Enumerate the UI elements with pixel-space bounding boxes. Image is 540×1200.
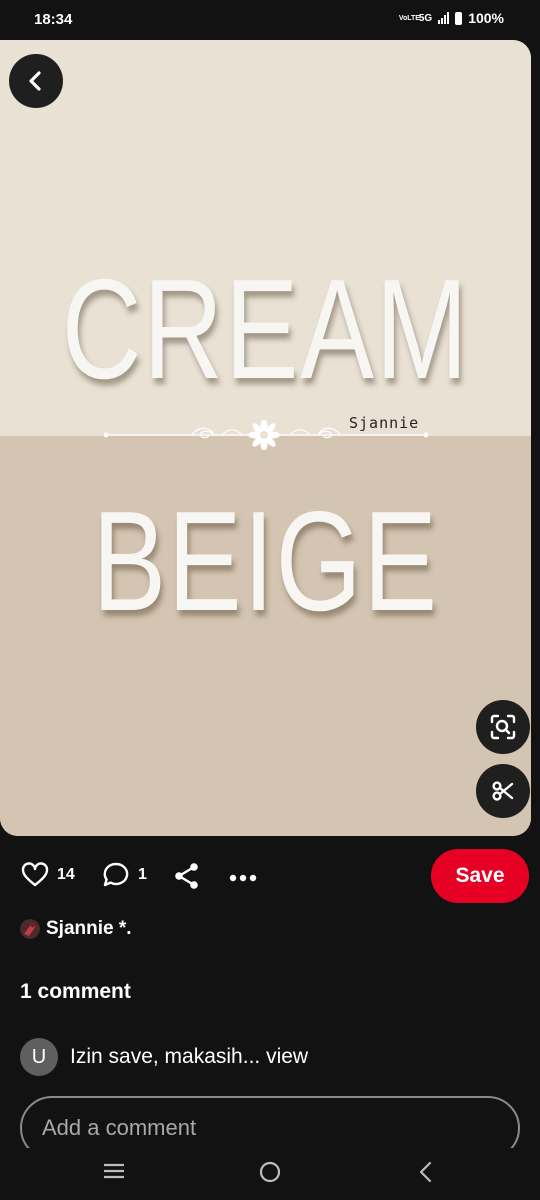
recents-icon [104, 1163, 124, 1179]
system-back-button[interactable] [416, 1160, 436, 1189]
chevron-left-icon [29, 71, 41, 91]
comment-bubble-icon [103, 862, 129, 887]
cutout-button[interactable] [476, 764, 530, 818]
signal-icon [438, 12, 450, 24]
like-count: 14 [57, 866, 75, 883]
comment-count: 1 [138, 866, 147, 883]
home-circle-icon [259, 1161, 281, 1183]
status-time: 18:34 [34, 11, 73, 28]
heart-icon [21, 862, 49, 887]
pin-action-row: 14 1 Save [0, 848, 540, 904]
comments-heading: 1 comment [20, 980, 131, 1003]
visual-search-icon [490, 714, 516, 740]
battery-icon [455, 11, 463, 25]
pin-title-cream: CREAM [61, 250, 470, 409]
save-button[interactable]: Save [431, 849, 529, 903]
system-nav-bar [0, 1148, 540, 1200]
author-name: Sjannie *. [46, 918, 132, 939]
comment-count-button[interactable]: 1 [102, 862, 147, 888]
status-bar: 18:34 VoLTE 5G 100% [0, 0, 540, 40]
status-icons: VoLTE 5G 100% [399, 10, 504, 26]
recents-button[interactable] [102, 1160, 126, 1187]
share-button[interactable] [174, 862, 200, 895]
volte-indicator: VoLTE [398, 14, 420, 22]
visual-search-button[interactable] [476, 700, 530, 754]
pin-signature: Sjannie [349, 414, 420, 432]
scissors-icon [492, 781, 514, 801]
network-type: 5G [418, 12, 433, 24]
commenter-avatar[interactable]: U [20, 1038, 58, 1076]
author-link[interactable]: Sjannie *. [20, 918, 132, 940]
back-button[interactable] [9, 54, 63, 108]
more-dots-icon [229, 874, 257, 882]
comment-text[interactable]: Izin save, makasih... view [70, 1045, 308, 1069]
share-icon [175, 863, 198, 889]
more-options-button[interactable] [229, 870, 257, 888]
battery-level: 100% [468, 10, 504, 26]
back-arrow-icon [419, 1161, 432, 1183]
home-button[interactable] [258, 1160, 282, 1189]
comment-item[interactable]: U Izin save, makasih... view [20, 1038, 308, 1076]
avatar [20, 919, 40, 939]
like-button[interactable]: 14 [21, 862, 75, 888]
pin-title-beige: BEIGE [92, 482, 439, 641]
pin-image[interactable]: CREAM BEIGE Sjannie [0, 40, 531, 836]
